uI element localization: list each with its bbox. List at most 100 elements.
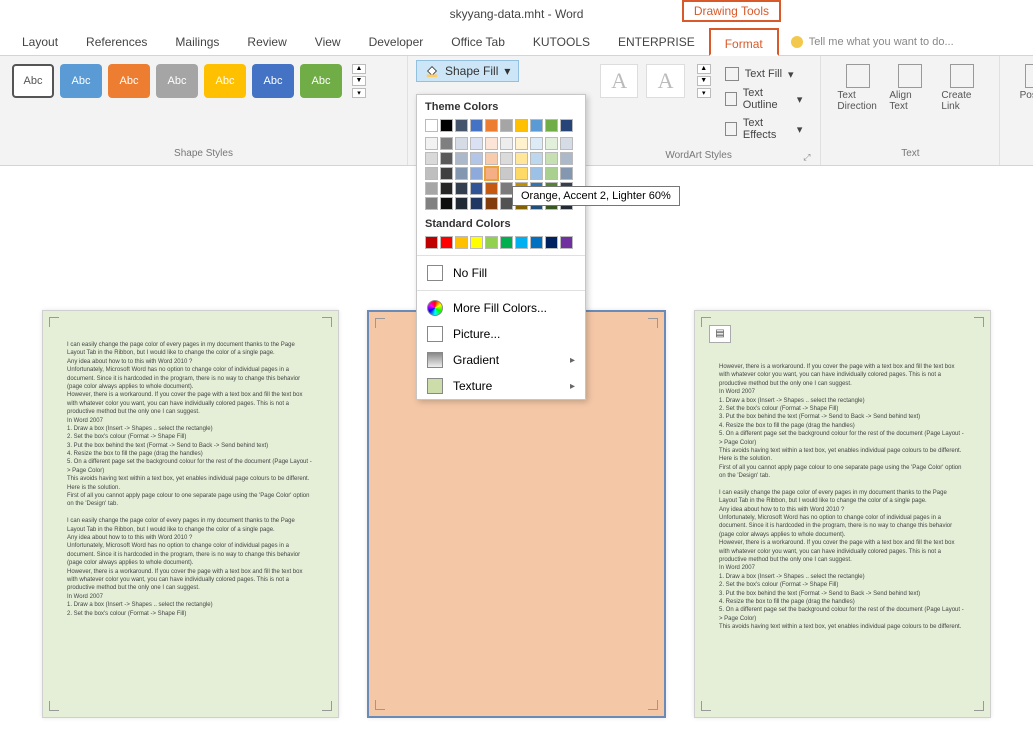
color-swatch[interactable]	[545, 236, 558, 249]
text-fill-button[interactable]: Text Fill▾	[725, 66, 803, 82]
shape-style-3[interactable]: Abc	[108, 64, 150, 98]
tab-enterprise[interactable]: ENTERPRISE	[604, 28, 709, 56]
color-swatch[interactable]	[560, 167, 573, 180]
align-text-button[interactable]: Align Text	[889, 64, 931, 112]
color-swatch[interactable]	[515, 236, 528, 249]
color-swatch[interactable]	[560, 137, 573, 150]
color-swatch[interactable]	[500, 119, 513, 132]
color-swatch[interactable]	[425, 152, 438, 165]
color-swatch[interactable]	[470, 236, 483, 249]
color-swatch[interactable]	[440, 197, 453, 210]
color-swatch[interactable]	[515, 152, 528, 165]
color-swatch[interactable]	[515, 119, 528, 132]
color-swatch[interactable]	[440, 182, 453, 195]
text-effects-button[interactable]: Text Effects▾	[725, 116, 803, 142]
color-swatch[interactable]	[440, 119, 453, 132]
color-swatch[interactable]	[530, 119, 543, 132]
color-swatch[interactable]	[530, 236, 543, 249]
shape-style-gallery[interactable]: Abc Abc Abc Abc Abc Abc Abc ▲▼▾	[8, 60, 399, 102]
color-swatch[interactable]	[560, 236, 573, 249]
color-swatch[interactable]	[440, 167, 453, 180]
color-swatch[interactable]	[530, 152, 543, 165]
color-swatch[interactable]	[455, 167, 468, 180]
shape-style-1[interactable]: Abc	[12, 64, 54, 98]
color-swatch[interactable]	[455, 236, 468, 249]
color-swatch[interactable]	[470, 182, 483, 195]
color-swatch[interactable]	[530, 137, 543, 150]
color-swatch[interactable]	[470, 152, 483, 165]
color-swatch[interactable]	[500, 137, 513, 150]
color-swatch[interactable]	[485, 197, 498, 210]
color-swatch[interactable]	[425, 137, 438, 150]
text-outline-button[interactable]: Text Outline▾	[725, 86, 803, 112]
layout-options-icon[interactable]: ▤	[709, 325, 731, 343]
color-swatch[interactable]	[560, 152, 573, 165]
position-button[interactable]: Position	[1016, 64, 1033, 101]
color-swatch[interactable]	[485, 152, 498, 165]
color-swatch[interactable]	[545, 137, 558, 150]
tab-office-tab[interactable]: Office Tab	[437, 28, 519, 56]
wordart-style-1[interactable]: A	[600, 64, 638, 98]
color-swatch[interactable]	[545, 167, 558, 180]
wordart-style-2[interactable]: A	[646, 64, 684, 98]
color-swatch[interactable]	[470, 167, 483, 180]
tell-me-input[interactable]: Tell me what you want to do...	[791, 36, 954, 48]
color-swatch[interactable]	[560, 119, 573, 132]
text-direction-button[interactable]: Text Direction	[837, 64, 879, 112]
color-swatch[interactable]	[440, 137, 453, 150]
tab-format[interactable]: Format	[709, 28, 779, 56]
color-swatch[interactable]	[515, 167, 528, 180]
shape-style-4[interactable]: Abc	[156, 64, 198, 98]
page-3[interactable]: ▤ However, there is a workaround. If you…	[694, 310, 991, 718]
color-swatch[interactable]	[470, 119, 483, 132]
more-colors-item[interactable]: More Fill Colors...	[417, 295, 585, 321]
color-swatch[interactable]	[485, 182, 498, 195]
color-swatch[interactable]	[455, 152, 468, 165]
color-swatch[interactable]	[515, 137, 528, 150]
shape-fill-button[interactable]: Shape Fill ▾	[416, 60, 519, 82]
texture-item[interactable]: Texture▸	[417, 373, 585, 399]
shape-style-5[interactable]: Abc	[204, 64, 246, 98]
shape-style-6[interactable]: Abc	[252, 64, 294, 98]
color-swatch[interactable]	[425, 119, 438, 132]
color-swatch[interactable]	[455, 182, 468, 195]
color-swatch[interactable]	[470, 137, 483, 150]
color-swatch[interactable]	[485, 167, 498, 180]
color-swatch[interactable]	[455, 197, 468, 210]
tab-view[interactable]: View	[301, 28, 355, 56]
context-tab-drawing-tools[interactable]: Drawing Tools	[682, 0, 781, 22]
color-swatch[interactable]	[440, 236, 453, 249]
tab-mailings[interactable]: Mailings	[161, 28, 233, 56]
tab-developer[interactable]: Developer	[355, 28, 438, 56]
color-swatch[interactable]	[440, 152, 453, 165]
color-swatch[interactable]	[485, 137, 498, 150]
wordart-launcher[interactable]: ⤢	[801, 152, 812, 163]
picture-item[interactable]: Picture...	[417, 321, 585, 347]
wordart-scroll[interactable]: ▲▼▾	[697, 64, 711, 144]
gallery-scroll[interactable]: ▲▼▾	[352, 64, 366, 98]
color-swatch[interactable]	[425, 182, 438, 195]
color-swatch[interactable]	[485, 236, 498, 249]
wordart-gallery[interactable]: A A ▲▼▾ Text Fill▾ Text Outline▾ Text Ef…	[596, 60, 812, 148]
color-swatch[interactable]	[470, 197, 483, 210]
no-fill-item[interactable]: No Fill	[417, 260, 585, 286]
tab-references[interactable]: References	[72, 28, 161, 56]
shape-style-7[interactable]: Abc	[300, 64, 342, 98]
create-link-button[interactable]: Create Link	[941, 64, 983, 112]
tab-review[interactable]: Review	[233, 28, 300, 56]
color-swatch[interactable]	[425, 236, 438, 249]
color-swatch[interactable]	[545, 152, 558, 165]
color-swatch[interactable]	[455, 119, 468, 132]
page-1[interactable]: I can easily change the page color of ev…	[42, 310, 339, 718]
gradient-item[interactable]: Gradient▸	[417, 347, 585, 373]
color-swatch[interactable]	[500, 152, 513, 165]
shape-style-2[interactable]: Abc	[60, 64, 102, 98]
color-swatch[interactable]	[500, 236, 513, 249]
color-swatch[interactable]	[455, 137, 468, 150]
color-swatch[interactable]	[530, 167, 543, 180]
color-swatch[interactable]	[500, 167, 513, 180]
color-swatch[interactable]	[545, 119, 558, 132]
tab-kutools[interactable]: KUTOOLS	[519, 28, 604, 56]
color-swatch[interactable]	[425, 167, 438, 180]
color-swatch[interactable]	[485, 119, 498, 132]
